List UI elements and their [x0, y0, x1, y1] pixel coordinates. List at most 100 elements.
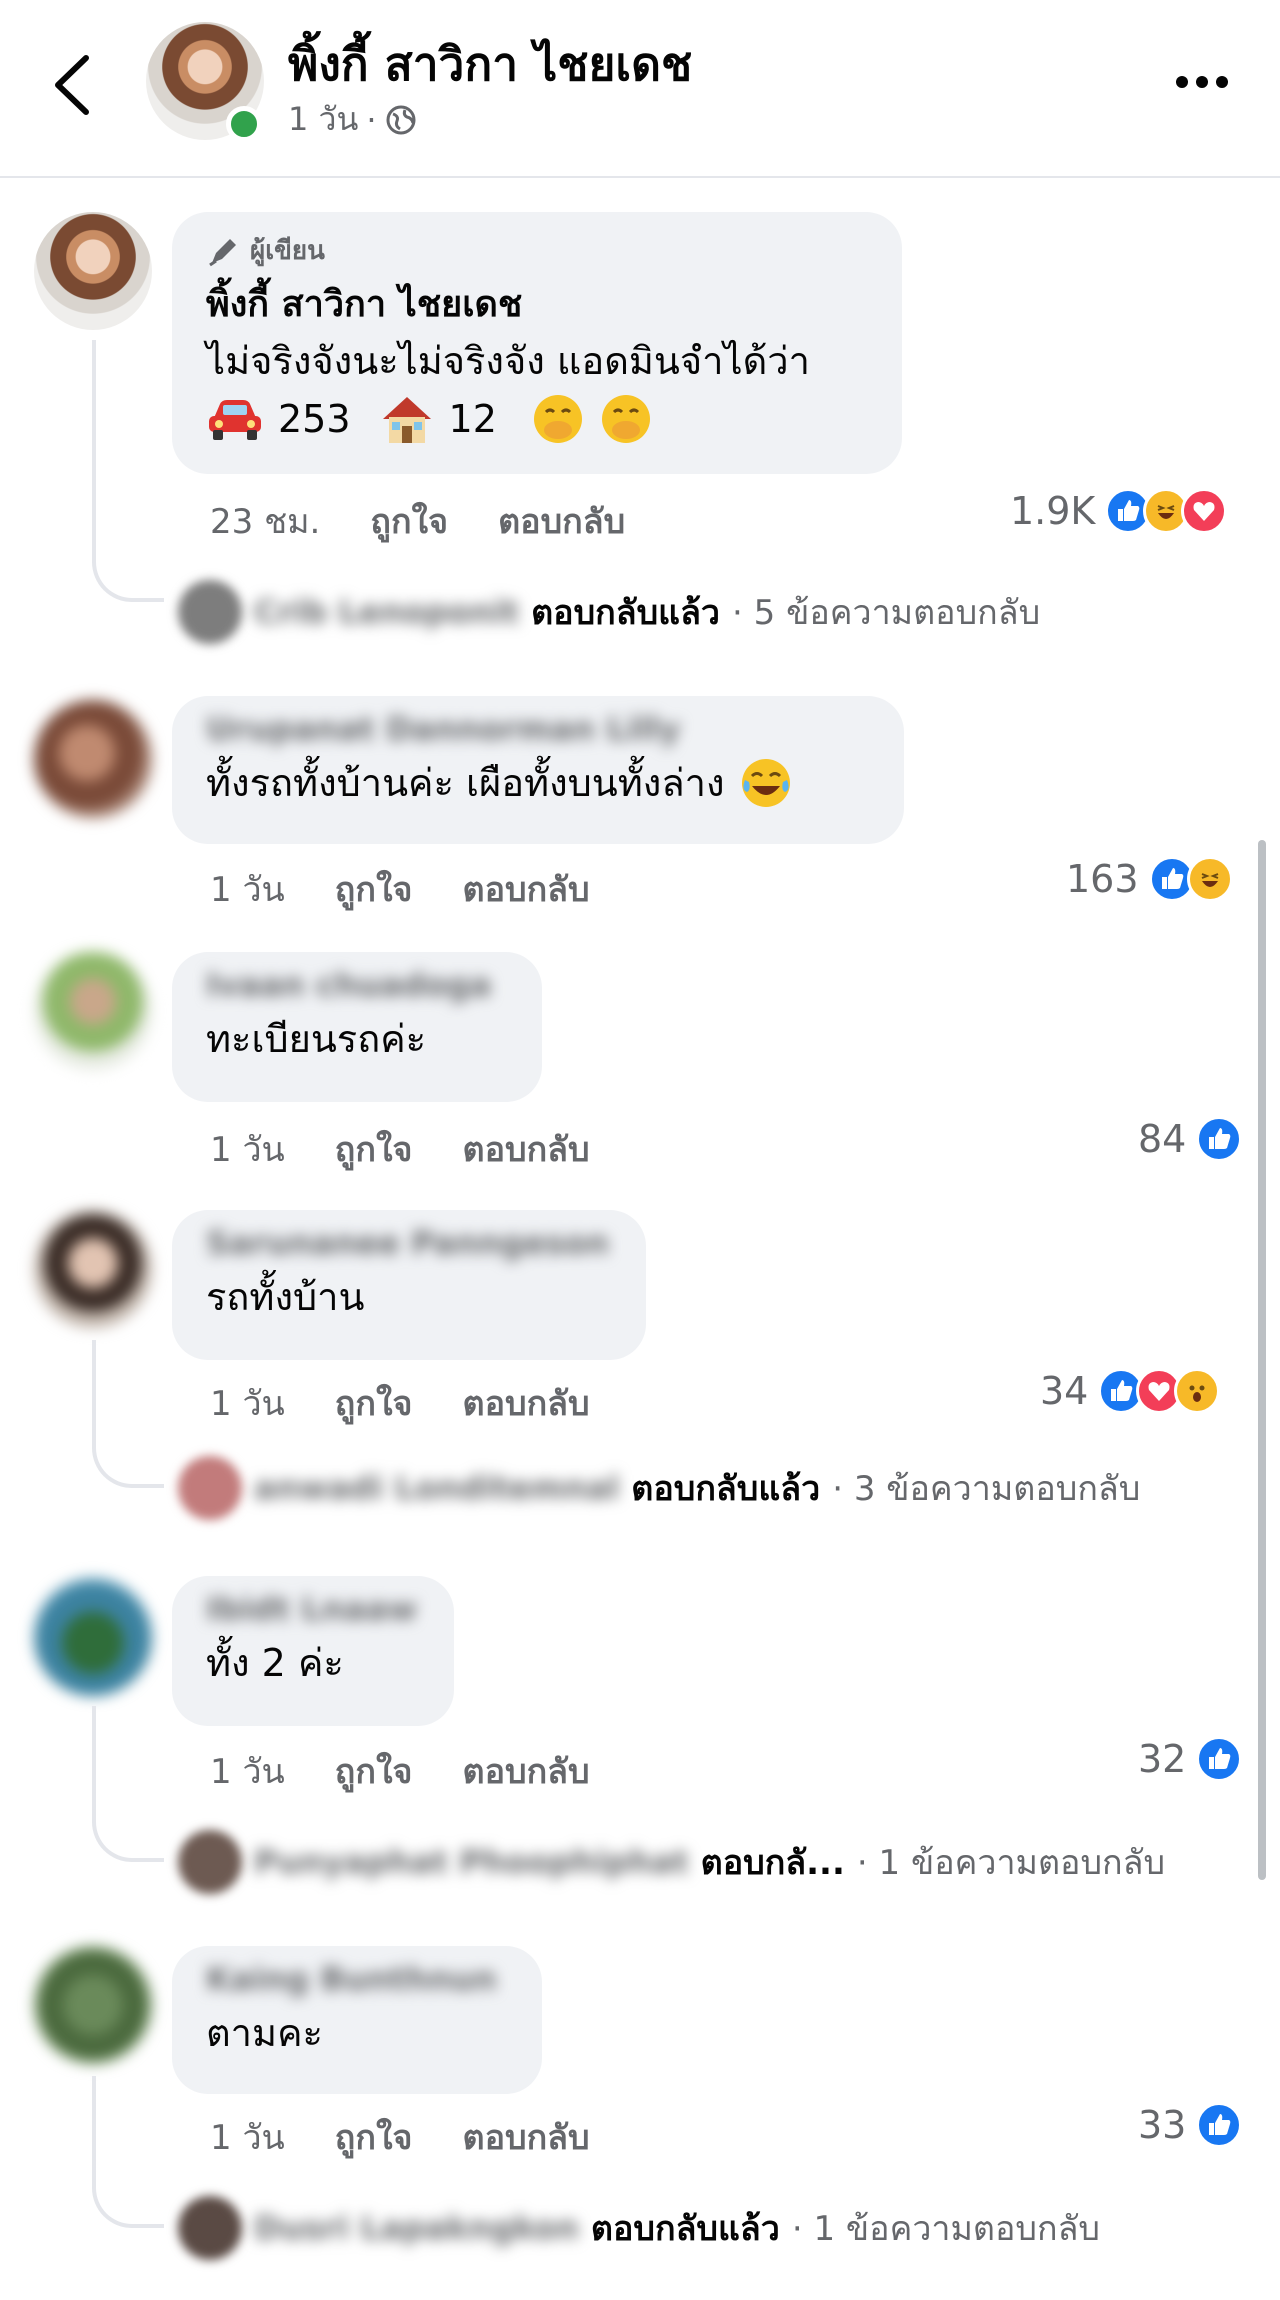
like-icon — [1196, 1116, 1243, 1162]
commenter-avatar[interactable] — [34, 700, 152, 818]
reaction-summary[interactable]: 33 — [1138, 2102, 1243, 2148]
pencil-icon — [209, 238, 236, 266]
reaction-summary[interactable]: 34 — [1040, 1368, 1221, 1414]
comment-bubble: Ibidt Lnaaw ทั้ง 2 ค่ะ — [172, 1576, 454, 1726]
reply-button[interactable]: ตอบกลับ — [462, 1122, 589, 1176]
comment-actions: 1 วัน ถูกใจ ตอบกลับ — [210, 1744, 590, 1798]
house-icon — [382, 397, 431, 443]
reply-thread-summary[interactable]: Crib Lenoponit ตอบกลับแล้ว · 5 ข้อความตอ… — [178, 580, 1040, 644]
reaction-count: 32 — [1138, 1737, 1187, 1781]
comment-bubble: Sarunanee Panngeson รถทั้งบ้าน — [172, 1210, 646, 1360]
commenter-name[interactable]: พิ้งกี้ สาวิกา ไชยเดช — [206, 275, 868, 332]
comment-text: ตามคะ — [206, 2011, 323, 2055]
reaction-summary[interactable]: 84 — [1138, 1116, 1243, 1162]
scrollbar[interactable] — [1258, 840, 1266, 1880]
comment-actions: 1 วัน ถูกใจ ตอบกลับ — [210, 2110, 590, 2164]
wow-icon — [1174, 1368, 1221, 1414]
profile-name[interactable]: พิ้งกี้ สาวิกา ไชยเดช — [288, 28, 692, 101]
haha-icon — [1186, 856, 1233, 902]
reply-avatar — [178, 1830, 242, 1894]
like-button[interactable]: ถูกใจ — [335, 1376, 413, 1430]
author-badge: ผู้เขียน — [206, 230, 868, 271]
reaction-summary[interactable]: 32 — [1138, 1736, 1243, 1782]
reaction-summary[interactable]: 163 — [1066, 856, 1233, 902]
reply-thread-summary[interactable]: anwadi Londitemnal ตอบกลับแล้ว · 3 ข้อคว… — [178, 1456, 1140, 1520]
reply-thread-line — [92, 340, 164, 602]
reply-author-name: anwadi Londitemnal — [254, 1469, 620, 1507]
commenter-avatar[interactable] — [34, 212, 152, 330]
reaction-count: 84 — [1138, 1117, 1187, 1161]
commenter-name[interactable]: Sarunanee Panngeson — [206, 1224, 612, 1262]
like-button[interactable]: ถูกใจ — [335, 1744, 413, 1798]
replied-link[interactable]: ตอบกลับแล้ว — [631, 1461, 820, 1515]
commenter-avatar[interactable] — [34, 1210, 152, 1328]
comment-text: ทั้งรถทั้งบ้านค่ะ เผือทั้งบนทั้งล่าง — [206, 754, 870, 812]
comment-actions: 1 วัน ถูกใจ ตอบกลับ — [210, 1122, 590, 1176]
comment-bubble: Ivaan chuadoga ทะเบียนรถค่ะ — [172, 952, 542, 1102]
reply-thread-summary[interactable]: Punyaphat Phoophiphat ตอบกลั... · 1 ข้อค… — [178, 1830, 1165, 1894]
commenter-avatar[interactable] — [34, 1578, 152, 1696]
meta-separator: · — [366, 100, 377, 139]
commenter-name[interactable]: Urupanat Dannorman Lilly — [206, 710, 870, 748]
comment-text-content: ทั้งรถทั้งบ้านค่ะ เผือทั้งบนทั้งล่าง — [206, 761, 725, 805]
reply-button[interactable]: ตอบกลับ — [462, 862, 589, 916]
reaction-count: 1.9K — [1010, 489, 1096, 533]
comment-bubble: Kaing Bunthnun ตามคะ — [172, 1946, 542, 2094]
commenter-name[interactable]: Ibidt Lnaaw — [206, 1590, 420, 1628]
reply-count[interactable]: · 1 ข้อความตอบกลับ — [792, 2201, 1100, 2255]
reply-thread-summary[interactable]: Dusri Lapakngkon ตอบกลับแล้ว · 1 ข้อความ… — [178, 2196, 1100, 2260]
commenter-name[interactable]: Kaing Bunthnun — [206, 1960, 508, 1998]
more-options-icon[interactable] — [1172, 70, 1232, 94]
car-count: 253 — [278, 397, 351, 441]
reply-count[interactable]: · 3 ข้อความตอบกลับ — [832, 1461, 1140, 1515]
author-badge-label: ผู้เขียน — [250, 236, 325, 266]
reaction-count: 33 — [1138, 2103, 1187, 2147]
reply-avatar — [178, 1456, 242, 1520]
reply-button[interactable]: ตอบกลับ — [462, 1376, 589, 1430]
commenter-name[interactable]: Ivaan chuadoga — [206, 966, 508, 1004]
comment-time[interactable]: 1 วัน — [210, 1122, 285, 1176]
like-button[interactable]: ถูกใจ — [335, 862, 413, 916]
comment-time[interactable]: 1 วัน — [210, 1376, 285, 1430]
comment-time[interactable]: 1 วัน — [210, 1744, 285, 1798]
comment-text: ทั้ง 2 ค่ะ — [206, 1641, 344, 1685]
commenter-avatar[interactable] — [34, 1946, 152, 2064]
comment-emoji-line: 253 12 — [206, 390, 868, 448]
post-time[interactable]: 1 วัน — [288, 94, 358, 145]
replied-link[interactable]: ตอบกลับแล้ว — [591, 2201, 780, 2255]
comment-time[interactable]: 23 ชม. — [210, 494, 320, 548]
reply-author-name: Dusri Lapakngkon — [254, 2209, 579, 2247]
reply-button[interactable]: ตอบกลับ — [462, 2110, 589, 2164]
comment-actions: 23 ชม. ถูกใจ ตอบกลับ — [210, 494, 625, 548]
like-icon — [1196, 1736, 1243, 1782]
comment-text: รถทั้งบ้าน — [206, 1275, 365, 1319]
reply-count[interactable]: · 1 ข้อความตอบกลับ — [857, 1835, 1165, 1889]
reply-button[interactable]: ตอบกลับ — [498, 494, 625, 548]
replied-link[interactable]: ตอบกลั... — [701, 1835, 845, 1889]
reply-author-name: Crib Lenoponit — [254, 593, 520, 631]
reply-button[interactable]: ตอบกลับ — [462, 1744, 589, 1798]
back-arrow-icon[interactable] — [48, 52, 96, 118]
like-button[interactable]: ถูกใจ — [335, 2110, 413, 2164]
reply-avatar — [178, 580, 242, 644]
comment-time[interactable]: 1 วัน — [210, 2110, 285, 2164]
reply-thread-line — [92, 1706, 164, 1862]
reaction-summary[interactable]: 1.9K — [1010, 488, 1228, 534]
like-button[interactable]: ถูกใจ — [370, 494, 448, 548]
comment-text: ทะเบียนรถค่ะ — [206, 1017, 427, 1061]
reaction-count: 163 — [1066, 857, 1139, 901]
reply-count[interactable]: · 5 ข้อความตอบกลับ — [732, 585, 1040, 639]
love-icon — [1181, 488, 1228, 534]
comment-bubble: Urupanat Dannorman Lilly ทั้งรถทั้งบ้านค… — [172, 696, 904, 844]
hand-over-mouth-emoji-icon — [601, 395, 650, 443]
commenter-avatar[interactable] — [34, 952, 152, 1070]
replied-link[interactable]: ตอบกลับแล้ว — [531, 585, 720, 639]
comment-time[interactable]: 1 วัน — [210, 862, 285, 916]
post-meta: 1 วัน · — [288, 94, 417, 145]
reply-thread-line — [92, 1340, 164, 1488]
reply-author-name: Punyaphat Phoophiphat — [254, 1843, 689, 1881]
post-header: พิ้งกี้ สาวิกา ไชยเดช 1 วัน · — [0, 0, 1280, 178]
like-icon — [1196, 2102, 1243, 2148]
online-status-indicator — [226, 106, 262, 142]
like-button[interactable]: ถูกใจ — [335, 1122, 413, 1176]
